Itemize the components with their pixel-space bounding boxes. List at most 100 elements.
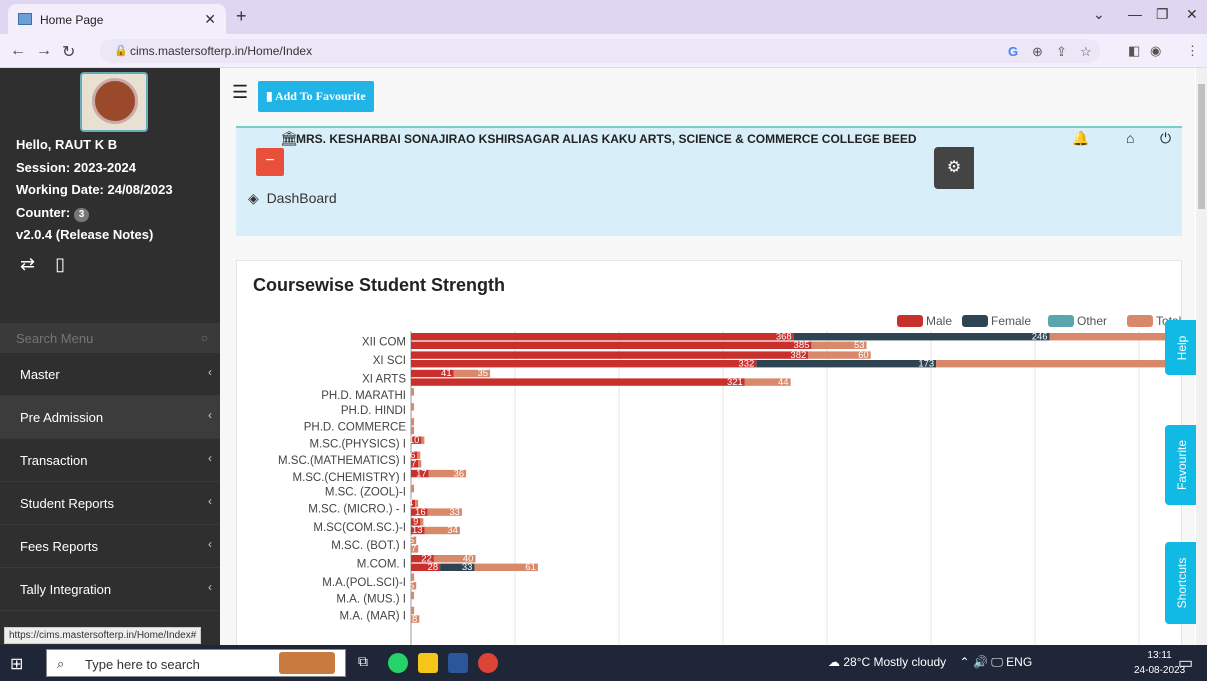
notification-center-icon[interactable]: ▭ bbox=[1178, 653, 1193, 673]
category-label: PH.D. MARATHI bbox=[321, 390, 406, 402]
shortcuts-tab[interactable]: Shortcuts bbox=[1165, 542, 1199, 624]
zoom-icon[interactable]: ⊕ bbox=[1032, 44, 1043, 60]
data-label: 368 bbox=[776, 331, 792, 342]
page-scrollbar[interactable] bbox=[1196, 68, 1207, 645]
system-tray: ☁ 28°C Mostly cloudy ⌃ 🔊 🖵 ENG bbox=[828, 655, 1032, 670]
bar-segment bbox=[417, 451, 421, 459]
bar-segment bbox=[418, 460, 422, 468]
search-menu: ○ bbox=[0, 323, 220, 353]
language-indicator[interactable]: ENG bbox=[1006, 655, 1032, 669]
data-label: 382 bbox=[790, 350, 806, 361]
category-label: M.SC. (BOT.) I bbox=[331, 540, 406, 552]
category-label: M.A.(POL.SCI)-I bbox=[322, 577, 406, 589]
reload-icon[interactable]: ↻ bbox=[62, 42, 75, 62]
sidebar-item-tally-integration[interactable]: Tally Integration ‹ bbox=[0, 568, 220, 611]
forward-icon[interactable]: → bbox=[36, 42, 52, 60]
taskbar-search[interactable]: ⌕ Type here to search bbox=[46, 649, 346, 677]
counter-label: Counter: bbox=[16, 204, 71, 220]
whatsapp-icon[interactable] bbox=[388, 653, 408, 673]
weather-text: 28°C Mostly cloudy bbox=[843, 655, 947, 669]
data-label: 28 bbox=[428, 562, 439, 573]
sidebar-item-fees-reports[interactable]: Fees Reports ‹ bbox=[0, 525, 220, 568]
url-text: cims.mastersofterp.in/Home/Index bbox=[130, 44, 313, 58]
add-to-favourite-button[interactable]: ▮ Add To Favourite bbox=[258, 81, 374, 112]
file-explorer-icon[interactable] bbox=[418, 653, 438, 673]
window-close-icon[interactable]: ✕ bbox=[1186, 6, 1198, 23]
word-icon[interactable] bbox=[448, 653, 468, 673]
main-content: ☰ ▮ Add To Favourite 🏛 MRS. KESHARBAI SO… bbox=[220, 68, 1195, 645]
profile-avatar-icon[interactable]: ◉ bbox=[1150, 43, 1161, 59]
legend-label: Male bbox=[926, 314, 952, 328]
category-label: M.SC.(PHYSICS) I bbox=[310, 438, 406, 450]
chevron-left-icon: ‹ bbox=[208, 537, 212, 551]
google-icon[interactable]: G bbox=[1008, 44, 1018, 59]
volume-icon[interactable]: 🔊 bbox=[973, 655, 988, 669]
sidebar-item-label: Fees Reports bbox=[20, 539, 99, 554]
tab-close-icon[interactable]: ✕ bbox=[204, 11, 216, 28]
retweet-icon[interactable]: ⇄ bbox=[20, 254, 35, 274]
favourite-tab[interactable]: Favourite bbox=[1165, 425, 1199, 505]
sidebar-item-master[interactable]: Master ‹ bbox=[0, 353, 220, 396]
category-label: XI SCI bbox=[373, 355, 406, 367]
data-label: 36 bbox=[454, 468, 465, 479]
tray-chevron-icon[interactable]: ⌃ bbox=[960, 655, 970, 669]
release-notes-link[interactable]: v2.0.4 (Release Notes) bbox=[16, 224, 173, 247]
chrome-icon[interactable] bbox=[478, 653, 498, 673]
task-view-icon[interactable]: ⧉ bbox=[358, 653, 378, 673]
url-field[interactable]: 🔒 cims.mastersofterp.in/Home/Index G ⊕ ⇪… bbox=[100, 39, 1100, 63]
browser-tab[interactable]: Home Page ✕ bbox=[8, 4, 226, 34]
bar-segment bbox=[411, 426, 415, 435]
windows-start-icon[interactable]: ⊞ bbox=[10, 654, 23, 674]
data-label: 33 bbox=[462, 562, 473, 573]
category-label: M.A. (MUS.) I bbox=[336, 594, 406, 606]
network-icon[interactable]: 🖵 bbox=[991, 655, 1003, 669]
notification-bell-icon[interactable]: 🔔 bbox=[1072, 130, 1089, 147]
data-label: 41 bbox=[441, 368, 452, 379]
hamburger-menu-icon[interactable]: ☰ bbox=[232, 82, 248, 103]
sidebar-panel-icon[interactable]: ◧ bbox=[1128, 43, 1140, 59]
coursewise-strength-chart: MaleFemaleOtherTotal36824661438553XII CO… bbox=[278, 314, 1183, 645]
legend-label: Other bbox=[1077, 314, 1107, 328]
college-logo bbox=[80, 72, 148, 132]
bar-segment bbox=[411, 591, 414, 600]
minimize-icon[interactable]: — bbox=[1128, 6, 1142, 22]
browser-menu-icon[interactable]: ⋮ bbox=[1186, 43, 1199, 59]
bar-segment bbox=[421, 436, 425, 444]
sidebar-item-transaction[interactable]: Transaction ‹ bbox=[0, 439, 220, 482]
category-label: M.COM. I bbox=[357, 559, 406, 571]
bookmark-star-icon[interactable]: ☆ bbox=[1080, 44, 1092, 60]
status-bar-url: https://cims.mastersofterp.in/Home/Index… bbox=[4, 627, 202, 644]
legend-swatch bbox=[962, 315, 988, 327]
bar-segment bbox=[411, 378, 745, 386]
category-label: M.SC. (ZOOL)-I bbox=[325, 487, 406, 499]
collapse-button[interactable]: − bbox=[256, 148, 284, 176]
search-menu-input[interactable] bbox=[0, 323, 220, 353]
settings-gear-icon[interactable]: ⚙ bbox=[934, 147, 974, 189]
category-label: M.SC. (MICRO.) - I bbox=[308, 503, 406, 515]
address-bar-row: ← → ↻ 🔒 cims.mastersofterp.in/Home/Index… bbox=[0, 34, 1207, 68]
sidebar-item-label: Transaction bbox=[20, 453, 88, 468]
data-label: 8 bbox=[412, 614, 417, 625]
data-label: 34 bbox=[447, 525, 458, 536]
sidebar-item-pre-admission[interactable]: Pre Admission ‹ bbox=[0, 396, 220, 439]
sidebar-item-student-reports[interactable]: Student Reports ‹ bbox=[0, 482, 220, 525]
help-tab[interactable]: Help bbox=[1165, 320, 1199, 375]
chevron-left-icon: ‹ bbox=[208, 408, 212, 422]
restore-icon[interactable]: ❐ bbox=[1156, 6, 1169, 23]
scrollbar-thumb[interactable] bbox=[1198, 84, 1205, 209]
copy-icon[interactable]: ▯ bbox=[55, 254, 65, 274]
category-label: XI ARTS bbox=[362, 373, 406, 385]
power-icon[interactable]: ⏻ bbox=[1160, 130, 1171, 147]
sidebar-item-label: Pre Admission bbox=[20, 410, 104, 425]
home-icon[interactable]: ⌂ bbox=[1126, 130, 1134, 146]
chevron-left-icon: ‹ bbox=[208, 580, 212, 594]
bar-segment bbox=[936, 360, 1183, 368]
legend-swatch bbox=[1048, 315, 1074, 327]
data-label: 321 bbox=[727, 377, 743, 388]
new-tab-icon[interactable]: + bbox=[236, 6, 247, 27]
tab-search-chevron-icon[interactable]: ⌄ bbox=[1093, 6, 1105, 23]
share-icon[interactable]: ⇪ bbox=[1056, 44, 1067, 60]
greeting: Hello, RAUT K B bbox=[16, 137, 118, 152]
back-icon[interactable]: ← bbox=[10, 42, 26, 60]
data-label: 4 bbox=[408, 498, 413, 509]
